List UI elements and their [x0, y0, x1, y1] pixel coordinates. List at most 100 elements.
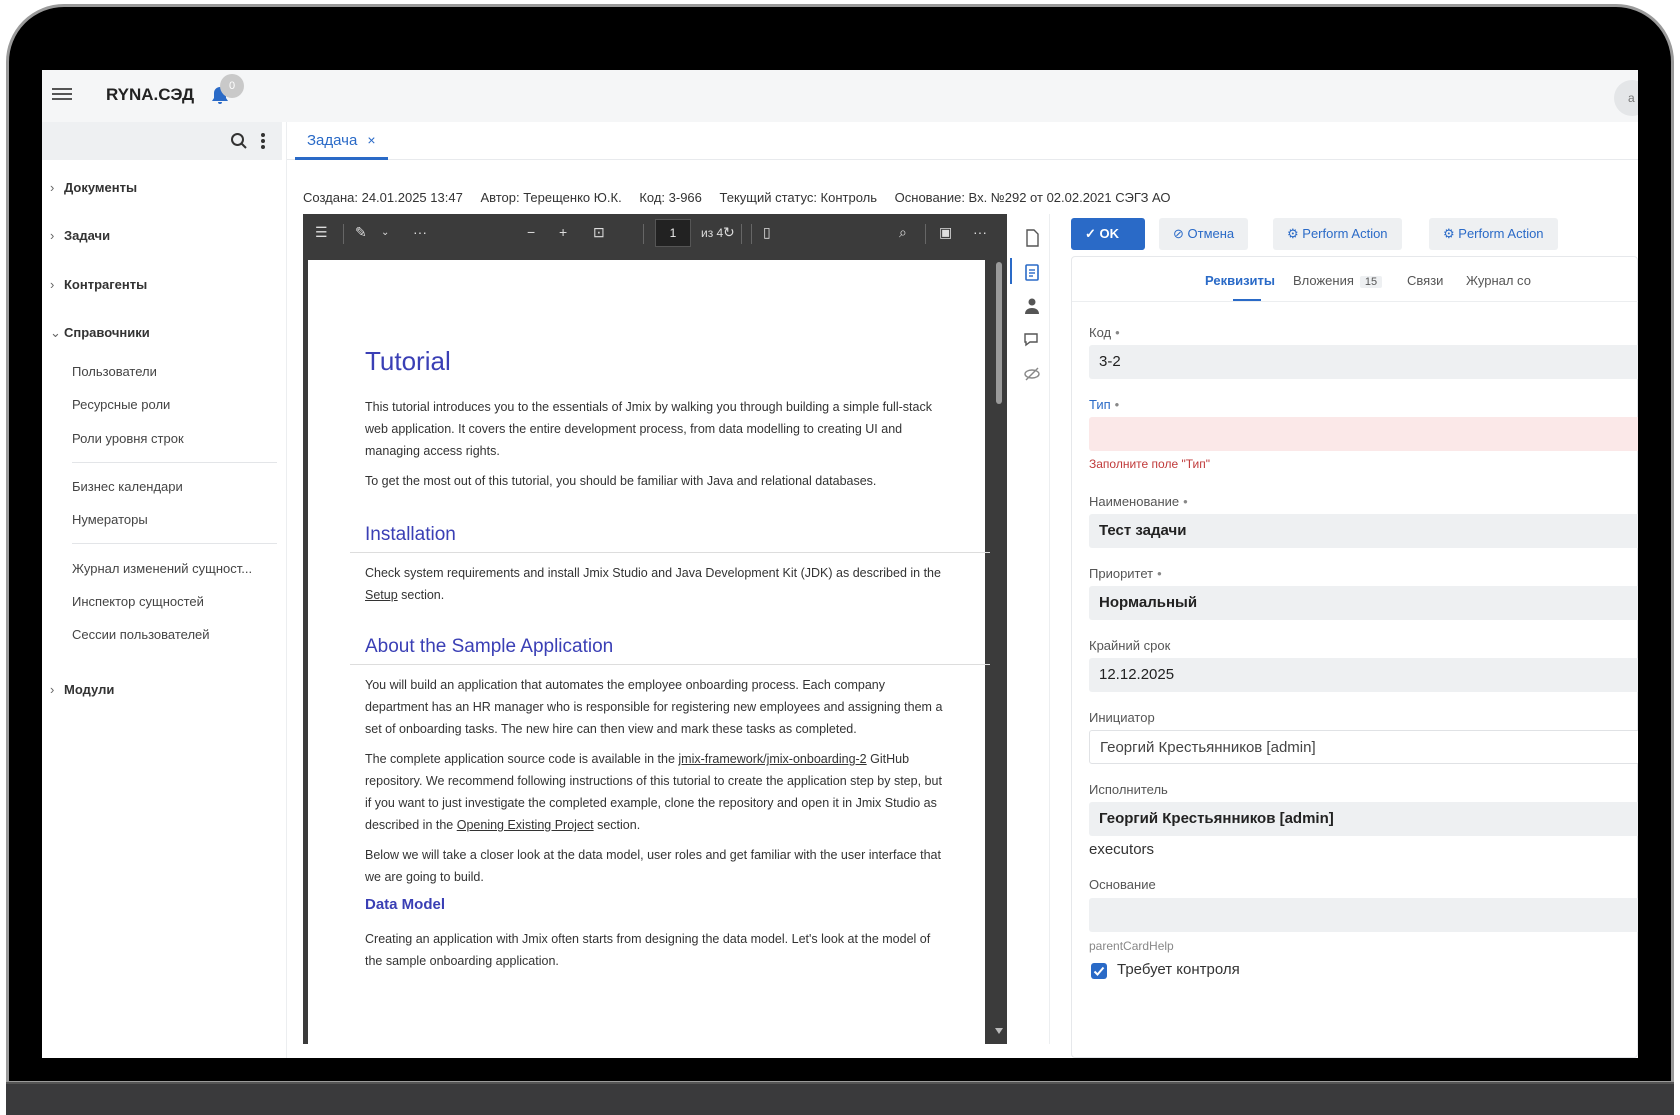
- app-title: RYNA.СЭД: [106, 85, 195, 104]
- doc-link-repo[interactable]: jmix-framework/jmix-onboarding-2: [678, 752, 866, 766]
- doc-text: section.: [397, 588, 445, 602]
- doc-paragraph: This tutorial introduces you to the esse…: [365, 400, 932, 458]
- tab-journal[interactable]: Журнал со: [1466, 273, 1531, 288]
- executor-field[interactable]: Георгий Крестьянников [admin]: [1089, 802, 1638, 836]
- user-icon[interactable]: [1022, 296, 1042, 316]
- name-field[interactable]: Тест задачи: [1089, 514, 1638, 548]
- deadline-label: Крайний срок: [1089, 638, 1171, 653]
- sidebar-group-label: Справочники: [64, 325, 150, 340]
- toolbar-divider: [343, 224, 344, 244]
- rotate-icon[interactable]: ↻: [723, 224, 735, 241]
- doc-text: Check system requirements and install Jm…: [365, 566, 941, 580]
- sidebar-group-contractors[interactable]: › Контрагенты: [50, 277, 147, 292]
- fit-page-icon[interactable]: ⊡: [593, 224, 605, 241]
- toolbar-divider: [925, 224, 926, 244]
- requires-control-checkbox[interactable]: [1091, 963, 1107, 979]
- page-number-input[interactable]: 1: [655, 219, 691, 247]
- scroll-down-icon[interactable]: [995, 1028, 1003, 1034]
- save-icon[interactable]: ▣: [939, 224, 952, 241]
- sidebar-search[interactable]: [42, 122, 282, 160]
- sidebar-divider: [72, 462, 277, 463]
- toolbar-divider: [751, 224, 752, 244]
- outline-icon[interactable]: ☰: [315, 224, 328, 241]
- code-field[interactable]: 3-2: [1089, 345, 1638, 379]
- type-field[interactable]: [1089, 417, 1638, 451]
- basis-label: Основание: [1089, 877, 1156, 892]
- sidebar-item-entity-inspector[interactable]: Инспектор сущностей: [72, 594, 204, 609]
- gear-icon: ⚙: [1443, 226, 1459, 241]
- chevron-down-icon[interactable]: ⌄: [381, 227, 389, 238]
- tab-task[interactable]: Задача ×: [295, 122, 388, 160]
- doc-paragraph: Creating an application with Jmix often …: [365, 932, 931, 968]
- document-icon[interactable]: [1022, 228, 1042, 248]
- scrollbar-thumb[interactable]: [996, 262, 1002, 404]
- more-horizontal-icon[interactable]: ···: [973, 224, 987, 240]
- toolbar-divider: [643, 224, 644, 244]
- pdf-viewer: ☰ ✎ ⌄ ··· − + ⊡ 1 из 4 ↻ ▯ ⌕ ▣ ··· Tutor…: [303, 214, 1007, 1044]
- sidebar: › Документы › Задачи › Контрагенты ⌄ Справоч…: [42, 122, 287, 1058]
- sidebar-group-modules[interactable]: › Модули: [50, 682, 114, 697]
- type-error-message: Заполните поле "Тип": [1089, 457, 1210, 471]
- sidebar-item-row-level-roles[interactable]: Роли уровня строк: [72, 431, 184, 446]
- tab-details[interactable]: Реквизиты: [1205, 273, 1275, 288]
- cancel-button-label: Отмена: [1187, 226, 1235, 241]
- tab-bar: Задача ×: [287, 122, 1638, 160]
- pdf-scrollbar[interactable]: [991, 254, 1007, 1044]
- ok-button[interactable]: ✓ OK: [1071, 218, 1145, 250]
- task-form: Реквизиты Вложения 15 Связи Журнал со Код…: [1071, 256, 1638, 1058]
- sidebar-group-documents[interactable]: › Документы: [50, 180, 137, 195]
- cancel-button[interactable]: ⊘ Отмена: [1159, 218, 1249, 250]
- avatar[interactable]: a: [1614, 80, 1638, 116]
- sidebar-item-resource-roles[interactable]: Ресурсные роли: [72, 397, 170, 412]
- chevron-right-icon: ›: [50, 228, 55, 243]
- name-label: Наименование •: [1089, 494, 1188, 509]
- search-icon[interactable]: ⌕: [899, 224, 907, 241]
- device-frame: RYNA.СЭД 0 a › Документы › Задачи › Контраг…: [0, 0, 1680, 1115]
- doc-heading-data-model: Data Model: [365, 896, 446, 913]
- sidebar-group-label: Модули: [64, 682, 115, 697]
- sidebar-group-tasks[interactable]: › Задачи: [50, 228, 110, 243]
- clipboard-icon[interactable]: [1022, 262, 1042, 282]
- highlight-icon[interactable]: ✎: [355, 224, 367, 241]
- menu-icon[interactable]: [52, 85, 72, 105]
- label-text: Приоритет: [1089, 566, 1154, 581]
- initiator-label: Инициатор: [1089, 710, 1155, 725]
- tab-attachments[interactable]: Вложения 15: [1293, 273, 1383, 288]
- priority-select[interactable]: Нормальный: [1089, 586, 1638, 620]
- more-horizontal-icon[interactable]: ···: [413, 224, 427, 240]
- basis-field[interactable]: [1089, 898, 1638, 932]
- page-view-icon[interactable]: ▯: [763, 224, 771, 241]
- perform-action-button-2[interactable]: ⚙ Perform Action: [1429, 218, 1558, 250]
- doc-paragraph: To get the most out of this tutorial, yo…: [365, 474, 877, 488]
- executor-label: Исполнитель: [1089, 782, 1168, 797]
- hidden-icon[interactable]: [1022, 364, 1042, 384]
- initiator-field[interactable]: Георгий Крестьянников [admin]: [1089, 730, 1638, 764]
- more-vertical-icon[interactable]: [260, 131, 266, 151]
- chevron-right-icon: ›: [50, 277, 55, 292]
- search-icon[interactable]: [230, 132, 248, 150]
- tab-label: Задача: [307, 132, 358, 149]
- doc-paragraph: The complete application source code is …: [365, 748, 945, 836]
- perform-action-button[interactable]: ⚙ Perform Action: [1273, 218, 1402, 250]
- sidebar-item-users[interactable]: Пользователи: [72, 364, 157, 379]
- doc-link-setup[interactable]: Setup: [365, 588, 398, 602]
- close-icon[interactable]: ×: [367, 132, 375, 148]
- zoom-out-icon[interactable]: −: [527, 224, 535, 240]
- type-label: Тип •: [1089, 397, 1119, 412]
- sidebar-item-business-calendars[interactable]: Бизнес календари: [72, 479, 183, 494]
- count-badge: 15: [1359, 276, 1383, 288]
- tab-links[interactable]: Связи: [1407, 273, 1443, 288]
- doc-link-open-project[interactable]: Opening Existing Project: [457, 818, 594, 832]
- sidebar-group-directories[interactable]: ⌄ Справочники: [50, 325, 150, 341]
- sidebar-item-entity-log[interactable]: Журнал изменений сущност...: [72, 561, 252, 576]
- zoom-in-icon[interactable]: +: [559, 224, 567, 240]
- toolbar-divider: [741, 224, 742, 244]
- label-text: Код: [1089, 325, 1112, 340]
- sidebar-item-user-sessions[interactable]: Сессии пользователей: [72, 627, 210, 642]
- top-bar: RYNA.СЭД 0 a: [42, 70, 1638, 122]
- perform-action-label: Perform Action: [1458, 226, 1544, 241]
- meta-status: Текущий статус: Контроль: [719, 190, 878, 205]
- deadline-field[interactable]: 12.12.2025: [1089, 658, 1638, 692]
- sidebar-item-numerators[interactable]: Нумераторы: [72, 512, 148, 527]
- comments-icon[interactable]: [1022, 330, 1042, 350]
